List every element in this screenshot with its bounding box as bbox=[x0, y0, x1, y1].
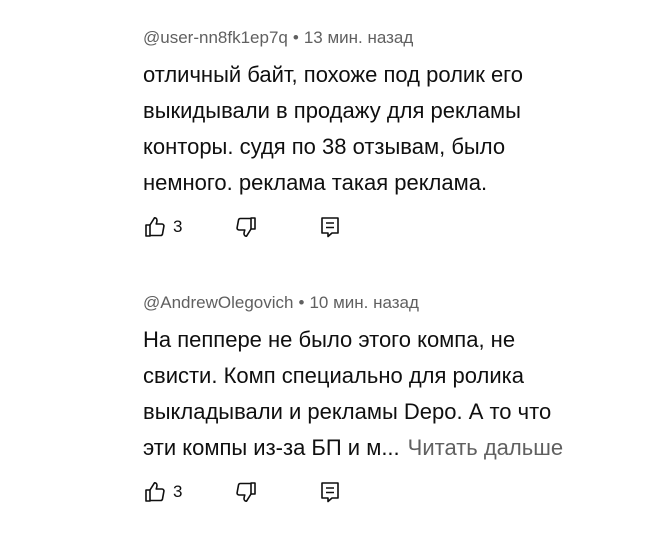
comment-text: На пеппере не было этого компа, не свист… bbox=[143, 322, 623, 466]
reply-button[interactable] bbox=[318, 215, 342, 239]
reply-button[interactable] bbox=[318, 480, 342, 504]
comment-actions: 3 bbox=[143, 215, 383, 245]
thumb-down-icon bbox=[234, 215, 258, 239]
reply-icon bbox=[318, 215, 342, 239]
thumb-up-icon bbox=[143, 215, 167, 239]
comment-meta: @AndrewOlegovich • 10 мин. назад bbox=[143, 292, 419, 314]
comment-text-line: выкидывали в продажу для рекламы bbox=[143, 98, 521, 123]
thumb-down-icon bbox=[234, 480, 258, 504]
dislike-button[interactable] bbox=[234, 215, 258, 239]
like-count: 3 bbox=[173, 217, 183, 236]
comment-author[interactable]: @AndrewOlegovich bbox=[143, 293, 294, 312]
comment-text-line: выкладывали и рекламы Depo. А то что bbox=[143, 399, 552, 424]
comment-time[interactable]: 13 мин. назад bbox=[304, 28, 413, 47]
comment-text: отличный байт, похоже под ролик его выки… bbox=[143, 57, 623, 201]
comment-text-line: эти компы из-за БП и м... Читать дальше bbox=[143, 430, 623, 466]
comment-text-truncated: эти компы из-за БП и м... bbox=[143, 435, 400, 460]
comment-text-line: На пеппере не было этого компа, не bbox=[143, 327, 516, 352]
meta-separator: • bbox=[292, 28, 299, 47]
comment-text-line: немного. реклама такая реклама. bbox=[143, 170, 488, 195]
comment-actions: 3 bbox=[143, 480, 383, 510]
comment-text-line: конторы. судя по 38 отзывам, было bbox=[143, 134, 506, 159]
like-count: 3 bbox=[173, 482, 183, 501]
dislike-button[interactable] bbox=[234, 480, 258, 504]
reply-icon bbox=[318, 480, 342, 504]
meta-separator: • bbox=[298, 293, 305, 312]
comment-text-line: свисти. Комп специально для ролика bbox=[143, 363, 524, 388]
thumb-up-icon bbox=[143, 480, 167, 504]
comment-author[interactable]: @user-nn8fk1ep7q bbox=[143, 28, 288, 47]
comment-text-line: отличный байт, похоже под ролик его bbox=[143, 62, 523, 87]
like-button[interactable]: 3 bbox=[143, 480, 182, 504]
like-button[interactable]: 3 bbox=[143, 215, 182, 239]
comment-meta: @user-nn8fk1ep7q • 13 мин. назад bbox=[143, 27, 413, 49]
comment-time[interactable]: 10 мин. назад bbox=[309, 293, 418, 312]
read-more-link[interactable]: Читать дальше bbox=[408, 435, 563, 460]
